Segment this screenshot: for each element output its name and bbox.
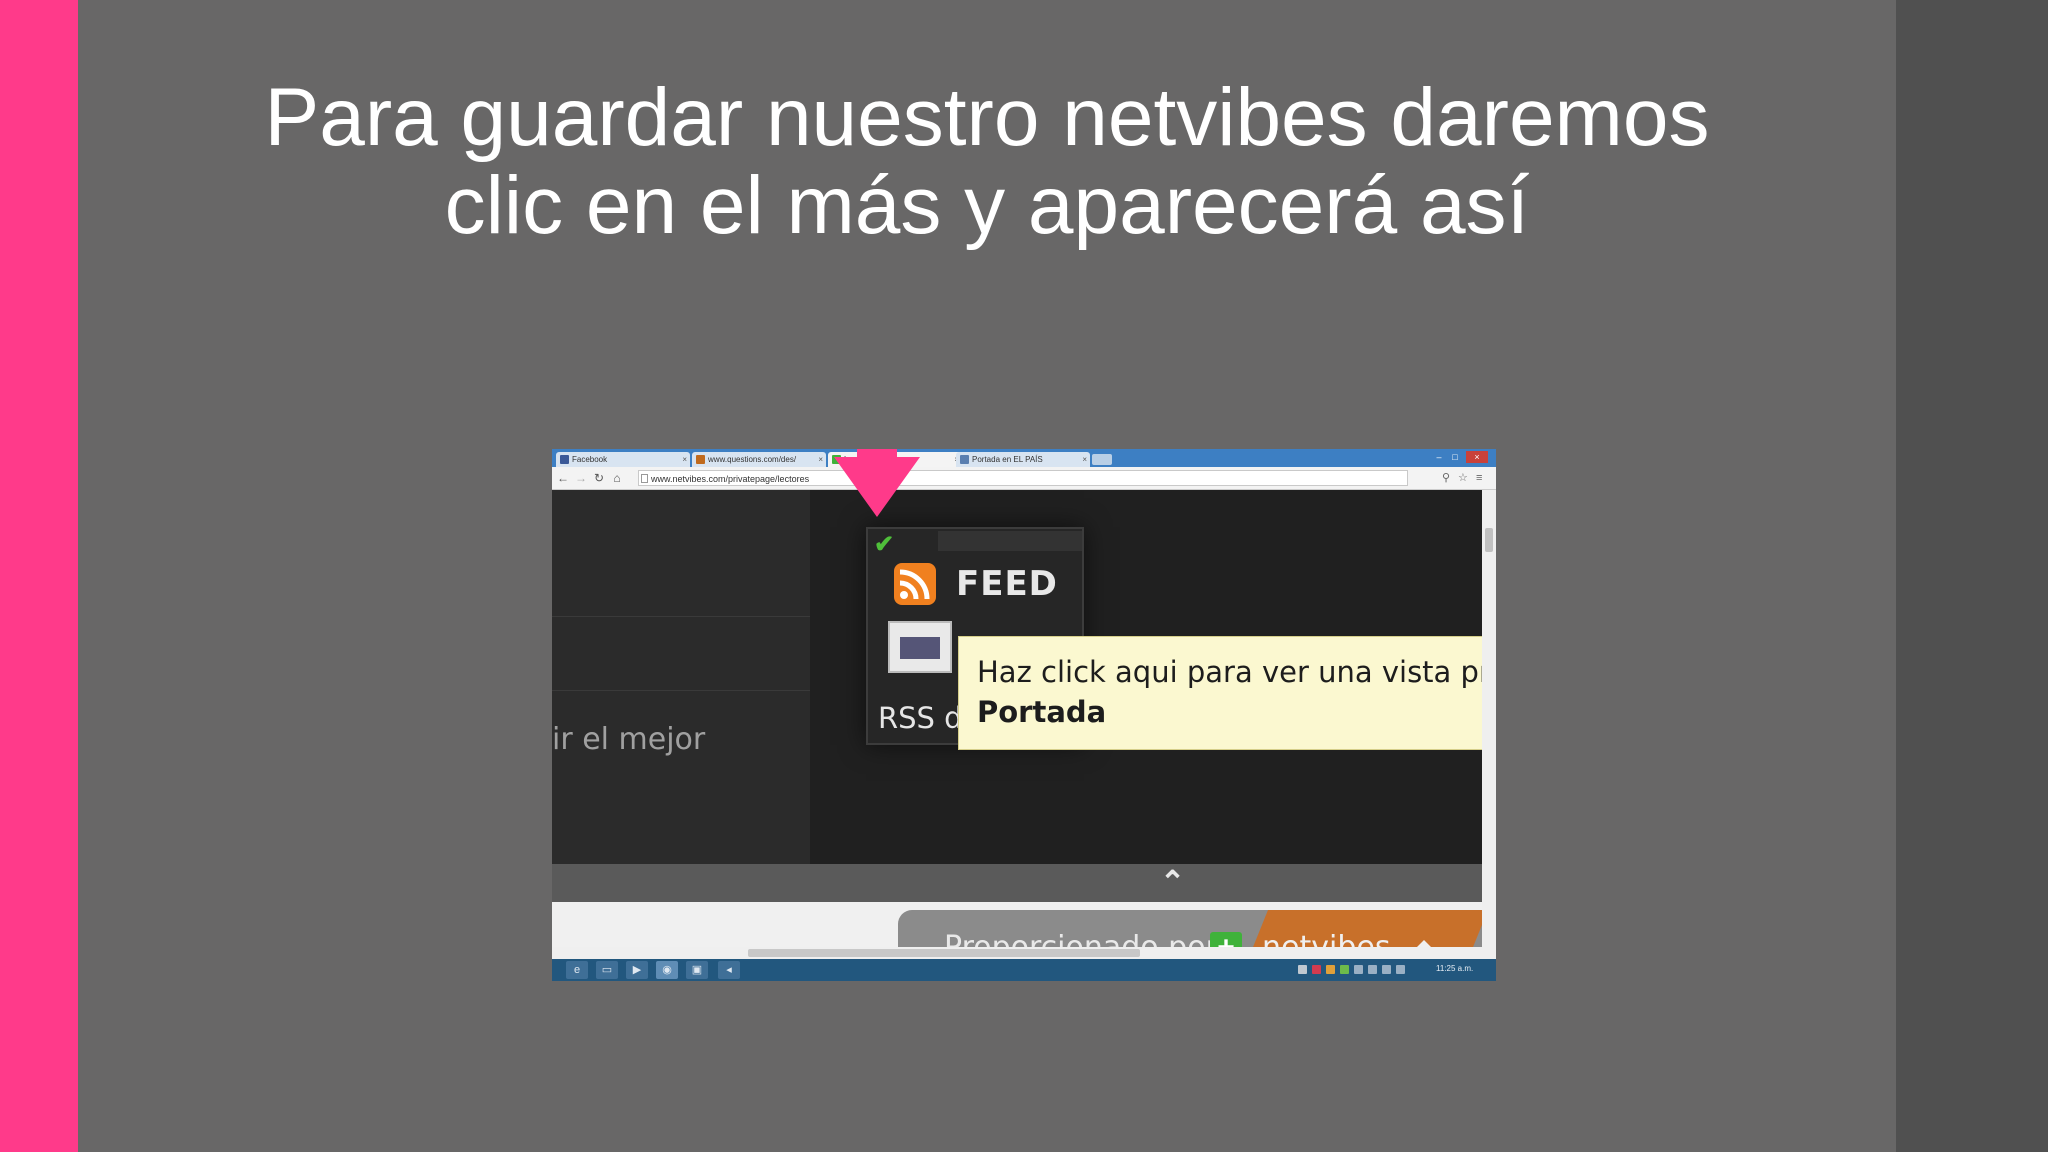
tab-label: www.questions.com/des/ [708,455,797,464]
slide-title-line-2: clic en el más y aparecerá así [444,160,1530,251]
tab-label: Portada en EL PAÍS [972,455,1043,464]
tab-elpais[interactable]: Portada en EL PAÍS × [956,452,1090,467]
collapse-bar[interactable]: ⌃ [552,864,1482,902]
facebook-favicon-icon [560,455,569,464]
network-icon[interactable] [1368,965,1377,974]
slide-title: Para guardar nuestro netvibes daremos cl… [78,74,1896,250]
ie-icon[interactable]: e [566,961,588,979]
tooltip-text: Haz click aqui para ver una vista previ [977,655,1484,689]
scrollbar-thumb[interactable] [748,949,1140,957]
volume-icon[interactable] [1396,965,1405,974]
browser-tab-bar: Facebook × www.questions.com/des/ × Lect… [552,449,1496,467]
close-window-icon[interactable]: × [1466,451,1488,463]
tab-questions[interactable]: www.questions.com/des/ × [692,452,826,467]
divider [552,690,810,691]
thumbnail-image [900,637,940,659]
back-arrow-icon[interactable]: ← [556,470,570,486]
address-bar[interactable]: www.netvibes.com/privatepage/lectores [638,470,1408,486]
folder-icon[interactable]: ▭ [596,961,618,979]
horizontal-scrollbar[interactable] [552,947,1482,959]
accent-bar [0,0,78,1152]
tab-facebook[interactable]: Facebook × [556,452,690,467]
app-icon[interactable]: ▣ [686,961,708,979]
vertical-scrollbar[interactable] [1482,490,1496,960]
bookmark-star-icon[interactable]: ☆ [1458,471,1468,485]
maximize-icon[interactable]: □ [1448,451,1462,463]
app-icon[interactable]: ◂ [718,961,740,979]
preview-tooltip: Haz click aqui para ver una vista previ … [958,636,1484,750]
forward-arrow-icon[interactable]: → [574,470,588,486]
close-icon[interactable]: × [682,452,687,467]
close-icon[interactable]: × [818,452,823,467]
divider [552,616,810,617]
rss-icon [894,563,936,605]
close-icon[interactable]: × [1082,452,1087,467]
reload-icon[interactable]: ↻ [592,470,606,486]
power-icon[interactable] [1382,965,1391,974]
feed-thumbnail[interactable] [888,621,952,673]
scrollbar-thumb[interactable] [1485,528,1493,552]
tray-icon[interactable] [1326,965,1335,974]
home-icon[interactable]: ⌂ [610,470,624,486]
checkmark-icon: ✔ [874,531,895,558]
media-icon[interactable]: ▶ [626,961,648,979]
netvibes-page: ir el mejor ✔ FEED RSS de la secc Haz cl… [552,490,1484,981]
tray-icon[interactable] [1312,965,1321,974]
site-favicon-icon [696,455,705,464]
minimize-icon[interactable]: – [1432,451,1446,463]
tray-icon[interactable] [1340,965,1349,974]
browser-toolbar: ← → ↻ ⌂ www.netvibes.com/privatepage/lec… [552,467,1496,490]
url-text: www.netvibes.com/privatepage/lectores [651,474,810,484]
zoom-icon[interactable]: ⚲ [1442,471,1450,485]
flag-icon[interactable] [1354,965,1363,974]
slide-title-line-1: Para guardar nuestro netvibes daremos [264,72,1710,163]
new-tab-button[interactable] [1092,454,1112,465]
chevron-up-icon[interactable]: ⌃ [1160,866,1185,900]
left-panel: ir el mejor [552,490,810,864]
chrome-icon[interactable]: ◉ [656,961,678,979]
menu-icon[interactable]: ≡ [1476,471,1482,485]
tooltip-title: Portada [977,695,1107,729]
feed-label: FEED [956,564,1058,604]
pink-pointer-arrow-icon [834,449,920,517]
tray-icon[interactable] [1298,965,1307,974]
taskbar-clock[interactable]: 11:25 a.m. [1436,964,1473,973]
widget-header [938,531,1082,551]
left-panel-text: ir el mejor [552,722,706,757]
right-band [1896,0,2048,1152]
windows-taskbar: e ▭ ▶ ◉ ▣ ◂ 11:25 a.m. [552,959,1496,981]
page-icon [641,474,648,483]
tab-label: Facebook [572,455,608,464]
embedded-screenshot: Facebook × www.questions.com/des/ × Lect… [552,449,1496,981]
page-favicon-icon [960,455,969,464]
